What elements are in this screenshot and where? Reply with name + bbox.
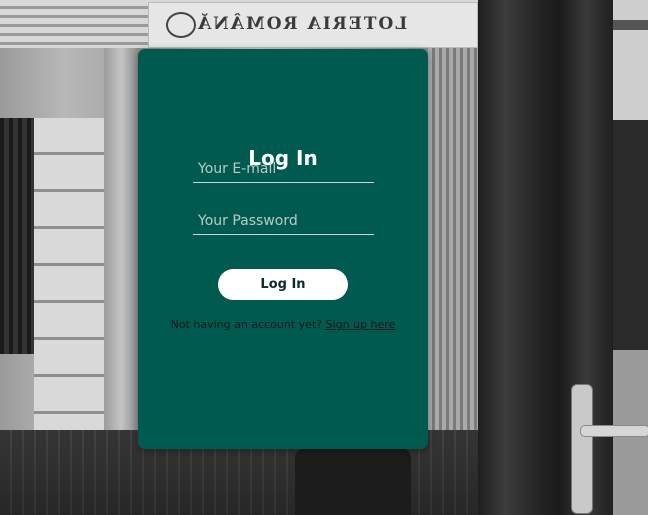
- storefront-sign-text: LOTERIA ROMÂNĂ: [196, 14, 408, 34]
- signup-link[interactable]: Sign up here: [326, 318, 396, 331]
- person-silhouette: [295, 448, 411, 515]
- left-window: [0, 118, 34, 354]
- right-window: [613, 0, 648, 515]
- door-handle-plate: [571, 384, 593, 514]
- login-button[interactable]: Log In: [218, 269, 348, 300]
- signup-prompt-line: Not having an account yet? Sign up here: [138, 318, 428, 331]
- password-field[interactable]: [193, 207, 374, 235]
- email-field[interactable]: [193, 155, 374, 183]
- pilaster: [104, 48, 138, 433]
- lottery-logo: [166, 12, 196, 38]
- stone-blocks: [34, 118, 104, 430]
- signup-prompt-text: Not having an account yet?: [170, 318, 323, 331]
- shop-door: [428, 48, 478, 433]
- door-handle: [580, 425, 648, 437]
- login-card: Log In Log In Not having an account yet?…: [138, 49, 428, 449]
